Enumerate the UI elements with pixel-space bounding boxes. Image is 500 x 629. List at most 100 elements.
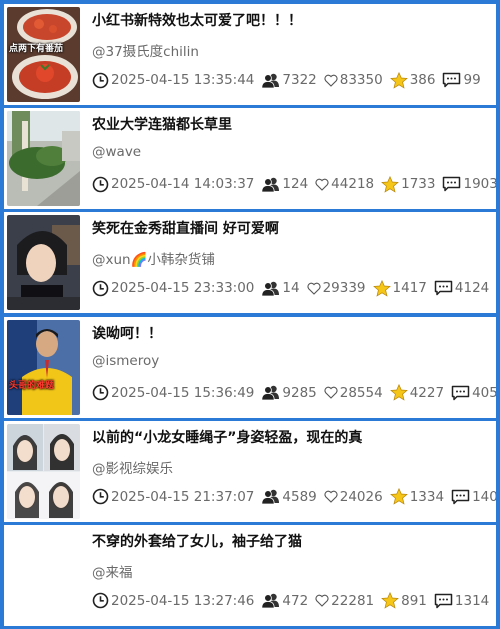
date-text: 2025-04-15 13:27:46 xyxy=(111,592,255,609)
clock-icon xyxy=(92,592,109,609)
date-text: 2025-04-14 14:03:37 xyxy=(111,176,255,193)
post-title[interactable]: 不穿的外套给了女儿，袖子给了猫 xyxy=(92,531,302,551)
views-count: 14 xyxy=(282,280,300,297)
people-icon xyxy=(261,73,280,88)
post-comments[interactable]: 1406 xyxy=(451,489,496,505)
favorites-count: 1733 xyxy=(401,176,436,193)
post-comments[interactable]: 405 xyxy=(451,385,496,401)
post-likes[interactable]: 83350 xyxy=(324,72,383,88)
star-icon xyxy=(372,279,391,297)
post-title[interactable]: 笑死在金秀甜直播间 好可爱啊 xyxy=(92,218,279,238)
comment-icon xyxy=(434,593,453,609)
post-likes[interactable]: 44218 xyxy=(315,176,374,192)
heart-outline-icon xyxy=(324,74,338,87)
post-author[interactable]: @wave xyxy=(92,144,141,160)
post-author[interactable]: @37摄氏度chilin xyxy=(92,40,199,60)
post-views: 14 xyxy=(261,280,300,297)
post-thumbnail[interactable] xyxy=(7,423,80,519)
views-count: 124 xyxy=(282,176,309,193)
post-date: 2025-04-15 13:27:46 xyxy=(92,592,254,609)
comment-icon xyxy=(451,385,470,401)
post-thumbnail[interactable] xyxy=(7,111,80,207)
clock-icon xyxy=(92,488,109,505)
post-comments[interactable]: 1903 xyxy=(442,176,496,192)
post-views: 472 xyxy=(261,593,308,609)
favorites-count: 1334 xyxy=(409,488,445,505)
post-favorites[interactable]: 891 xyxy=(381,592,427,610)
post-likes[interactable]: 22281 xyxy=(315,593,374,609)
likes-count: 28554 xyxy=(339,384,383,401)
people-icon xyxy=(261,385,280,401)
post-meta: 2025-04-15 13:35:44 7322 83350 386 99 xyxy=(92,70,488,90)
post-title[interactable]: 诶呦呵！！ xyxy=(92,323,162,343)
post-comments[interactable]: 4124 xyxy=(434,280,489,296)
date-text: 2025-04-15 13:35:44 xyxy=(111,72,255,88)
date-text: 2025-04-15 21:37:07 xyxy=(111,488,255,505)
post-favorites[interactable]: 1417 xyxy=(372,279,427,297)
comment-icon xyxy=(451,489,470,505)
clock-icon xyxy=(92,176,109,193)
post-likes[interactable]: 28554 xyxy=(324,385,383,401)
comment-icon xyxy=(442,176,461,192)
views-count: 9285 xyxy=(282,384,317,401)
views-count: 4589 xyxy=(282,488,317,505)
people-icon xyxy=(261,177,280,192)
likes-count: 44218 xyxy=(331,176,375,193)
post-title[interactable]: 以前的“小龙女睡绳子”身姿轻盈，现在的真 xyxy=(92,427,362,447)
people-icon xyxy=(261,593,280,609)
post-likes[interactable]: 24026 xyxy=(324,489,383,505)
post-feed: 点两下有番茄 小红书新特效也太可爱了吧！！！ @37摄氏度chilin 2025… xyxy=(4,4,496,629)
post-card[interactable]: 不穿的外套给了女儿，袖子给了猫 @来福 2025-04-15 13:27:46 … xyxy=(4,524,496,626)
post-card[interactable]: 农业大学连猫都长草里 @wave 2025-04-14 14:03:37 124… xyxy=(4,108,496,210)
post-author[interactable]: @来福 xyxy=(92,561,133,581)
post-views: 124 xyxy=(261,176,308,192)
heart-outline-icon xyxy=(307,282,321,295)
post-favorites[interactable]: 1334 xyxy=(389,488,445,505)
post-views: 7322 xyxy=(261,72,317,88)
date-text: 2025-04-15 15:36:49 xyxy=(111,384,255,401)
heart-outline-icon xyxy=(324,490,338,504)
post-likes[interactable]: 29339 xyxy=(307,280,366,296)
thumbnail-caption: 点两下有番茄 xyxy=(9,44,64,54)
date-text: 2025-04-15 23:33:00 xyxy=(111,280,255,297)
post-title[interactable]: 农业大学连猫都长草里 xyxy=(92,114,232,134)
people-icon xyxy=(261,281,280,296)
likes-count: 83350 xyxy=(339,72,383,88)
comments-count: 4124 xyxy=(454,280,490,297)
clock-icon xyxy=(92,72,109,89)
views-count: 7322 xyxy=(282,72,317,88)
post-favorites[interactable]: 1733 xyxy=(381,175,436,193)
heart-outline-icon xyxy=(315,594,329,608)
post-date: 2025-04-14 14:03:37 xyxy=(92,176,254,193)
post-date: 2025-04-15 15:36:49 xyxy=(92,384,254,401)
post-thumbnail[interactable]: 点两下有番茄 xyxy=(7,7,80,102)
post-card[interactable]: 点两下有番茄 小红书新特效也太可爱了吧！！！ @37摄氏度chilin 2025… xyxy=(4,4,496,105)
star-icon xyxy=(389,71,408,89)
post-title[interactable]: 小红书新特效也太可爱了吧！！！ xyxy=(92,10,302,30)
post-favorites[interactable]: 4227 xyxy=(389,384,445,401)
post-card[interactable]: 笑死在金秀甜直播间 好可爱啊 @xun🌈小韩杂货铺 2025-04-15 23:… xyxy=(4,212,496,314)
post-author[interactable]: @ismeroy xyxy=(92,353,159,369)
post-date: 2025-04-15 23:33:00 xyxy=(92,280,254,297)
post-comments[interactable]: 99 xyxy=(442,72,481,88)
post-favorites[interactable]: 386 xyxy=(389,71,435,89)
comment-icon xyxy=(434,280,453,296)
post-card[interactable]: 头哥的难题 诶呦呵！！ @ismeroy 2025-04-15 15:36:49… xyxy=(4,316,496,418)
comment-icon xyxy=(442,72,461,88)
likes-count: 29339 xyxy=(322,280,366,297)
post-author[interactable]: @xun🌈小韩杂货铺 xyxy=(92,248,215,268)
star-icon xyxy=(389,384,408,401)
star-icon xyxy=(381,592,400,610)
post-author[interactable]: @影视综娱乐 xyxy=(92,457,173,477)
post-thumbnail[interactable] xyxy=(7,215,80,311)
people-icon xyxy=(261,489,280,505)
star-icon xyxy=(389,488,408,505)
post-views: 4589 xyxy=(261,488,317,505)
comments-count: 405 xyxy=(472,384,496,401)
post-meta: 2025-04-15 21:37:07 4589 24026 1334 1406 xyxy=(92,487,496,507)
post-date: 2025-04-15 21:37:07 xyxy=(92,488,254,505)
post-comments[interactable]: 1314 xyxy=(434,593,489,609)
post-card[interactable]: 以前的“小龙女睡绳子”身姿轻盈，现在的真 @影视综娱乐 2025-04-15 2… xyxy=(4,420,496,522)
favorites-count: 4227 xyxy=(409,384,445,401)
post-thumbnail[interactable]: 头哥的难题 xyxy=(7,319,80,415)
